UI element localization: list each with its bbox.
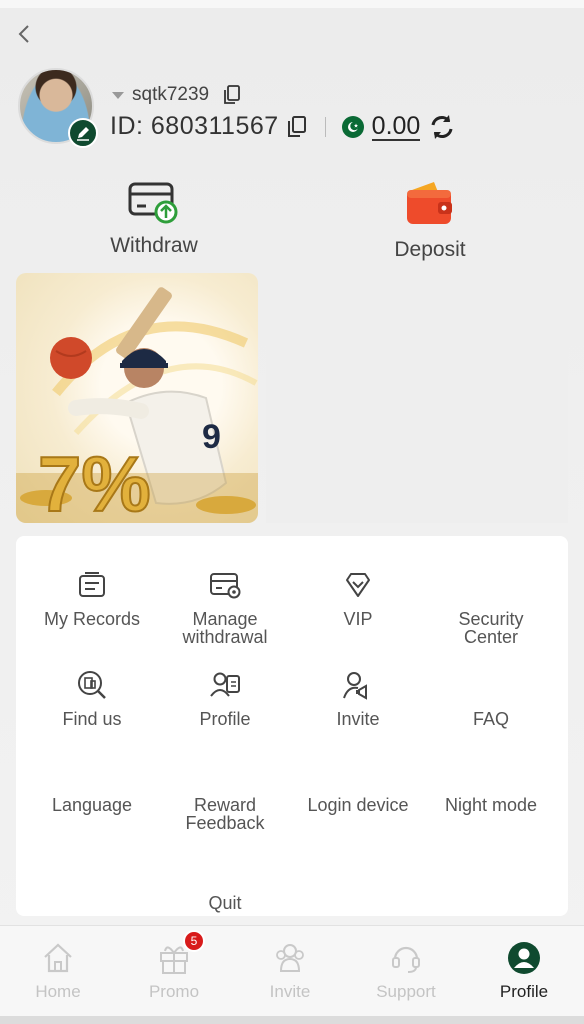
menu-item-label: My Records xyxy=(43,609,141,629)
nav-profile[interactable]: Profile xyxy=(466,940,582,1002)
menu-item-vip[interactable]: VIP xyxy=(289,568,427,628)
status-strip xyxy=(0,0,584,8)
menu-item-language[interactable]: Language xyxy=(23,754,161,814)
headset-icon xyxy=(389,940,423,976)
pencil-icon xyxy=(77,127,89,141)
menu-item-night-mode[interactable]: Night mode xyxy=(422,754,560,814)
copy-icon[interactable] xyxy=(223,85,241,105)
quick-actions: Withdraw Deposit xyxy=(0,180,584,270)
menu-item-faq[interactable]: FAQ xyxy=(422,668,560,728)
menu-item-label: Quit xyxy=(208,893,242,913)
menu-item-my-records[interactable]: My Records xyxy=(23,568,161,628)
banner-promo-text: 7% xyxy=(38,440,151,523)
refresh-icon[interactable] xyxy=(428,113,456,141)
promo-badge: 5 xyxy=(183,930,205,952)
menu-item-manage-withdrawal[interactable]: Manage withdrawal xyxy=(156,568,294,646)
avatar[interactable] xyxy=(18,68,98,148)
nav-support[interactable]: Support xyxy=(348,940,464,1002)
menu-item-label: Night mode xyxy=(444,795,538,815)
nav-label: Support xyxy=(376,982,436,1001)
profile-card-icon xyxy=(209,668,241,702)
menu-item-label: Login device xyxy=(307,795,409,815)
bottom-nav: Home 5 Promo Invite Support Profile xyxy=(0,925,584,1024)
wallet-card-icon xyxy=(209,568,241,602)
user-megaphone-icon xyxy=(342,668,374,702)
profile-page: sqtk7239 ID: 680311567 0.00 Withdraw Dep… xyxy=(0,8,584,1024)
withdraw-label: Withdraw xyxy=(110,234,198,257)
user-circle-icon xyxy=(506,940,542,976)
menu-item-label: Language xyxy=(51,795,133,815)
menu-item-label: VIP xyxy=(343,609,373,629)
nav-label: Home xyxy=(35,982,81,1001)
balance-amount: 0.00 xyxy=(371,111,421,141)
pakistan-flag-icon xyxy=(341,115,364,138)
menu-item-label: Security Center xyxy=(458,609,524,647)
cricket-promo-illustration: 9 7% xyxy=(16,287,258,523)
menu-item-reward-feedback[interactable]: Reward Feedback xyxy=(156,754,294,832)
copy-id-icon[interactable] xyxy=(287,115,307,138)
menu-item-label: Find us xyxy=(62,709,122,729)
menu-item-label: Invite xyxy=(336,709,380,729)
menu-item-profile[interactable]: Profile xyxy=(156,668,294,728)
menu-item-label: FAQ xyxy=(472,709,509,729)
nav-invite[interactable]: Invite xyxy=(232,940,348,1002)
nav-label: Promo xyxy=(148,982,200,1001)
menu-item-label: Reward Feedback xyxy=(185,795,265,833)
withdraw-button[interactable]: Withdraw xyxy=(54,180,254,258)
username: sqtk7239 xyxy=(132,84,210,105)
deposit-button[interactable]: Deposit xyxy=(330,180,530,262)
search-building-icon xyxy=(76,668,108,702)
menu-item-login-device[interactable]: Login device xyxy=(289,754,427,814)
user-id: ID: 680311567 xyxy=(110,112,279,140)
menu-item-quit[interactable]: Quit xyxy=(156,852,294,912)
caret-down-icon[interactable] xyxy=(112,91,124,99)
nav-promo[interactable]: 5 Promo xyxy=(116,930,232,1002)
wallet-icon xyxy=(407,182,452,224)
id-row: ID: 680311567 0.00 xyxy=(110,112,456,141)
users-icon xyxy=(273,940,307,976)
chevron-left-icon xyxy=(18,25,29,43)
gift-icon: 5 xyxy=(157,930,205,976)
username-row: sqtk7239 xyxy=(112,84,241,106)
records-icon xyxy=(77,568,107,602)
menu-item-label: Manage withdrawal xyxy=(182,609,268,647)
deposit-label: Deposit xyxy=(394,238,466,261)
back-button[interactable] xyxy=(10,20,38,48)
divider xyxy=(324,116,326,137)
promo-banner[interactable]: 9 7% xyxy=(16,273,258,523)
nav-label: Profile xyxy=(499,982,549,1001)
nav-label: Invite xyxy=(269,982,311,1001)
menu-card: My Records Manage withdrawal VIP Securit… xyxy=(16,536,568,916)
nav-home[interactable]: Home xyxy=(0,940,116,1002)
svg-text:9: 9 xyxy=(202,418,221,456)
edit-avatar-button[interactable] xyxy=(68,118,98,148)
menu-item-security-center[interactable]: Security Center xyxy=(422,568,560,646)
menu-item-find-us[interactable]: Find us xyxy=(23,668,161,728)
withdraw-card-icon xyxy=(128,182,178,224)
menu-item-invite[interactable]: Invite xyxy=(289,668,427,728)
banner-placeholder xyxy=(266,273,568,523)
menu-item-label: Profile xyxy=(199,709,251,729)
bottom-bar xyxy=(0,1016,584,1024)
home-icon xyxy=(41,940,75,976)
diamond-icon xyxy=(343,568,373,602)
